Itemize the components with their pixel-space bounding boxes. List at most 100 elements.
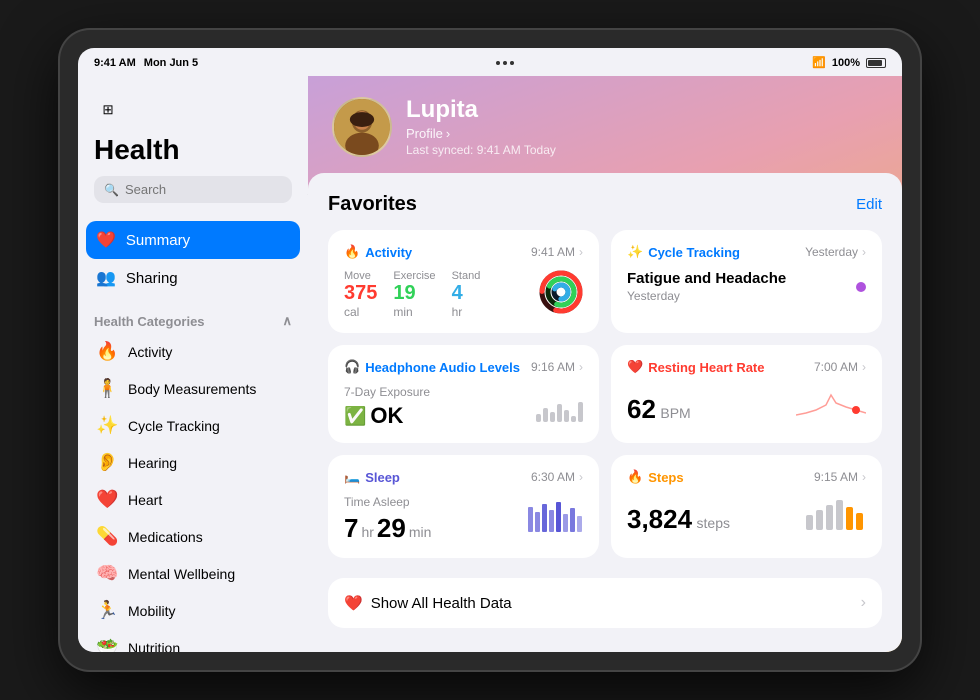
stand-unit: hr (452, 305, 481, 319)
sidebar-nav: ❤️ Summary 👥 Sharing (78, 215, 308, 303)
heart-rate-chevron: › (862, 360, 866, 374)
profile-chevron-icon: › (446, 126, 450, 141)
activity-card-time: 9:41 AM (531, 245, 575, 259)
profile-header: Lupita Profile › Last synced: 9:41 AM To… (308, 76, 902, 173)
sidebar: ⊞ Health 🔍 🎤 ❤️ Summary 👥 (78, 76, 308, 652)
cycle-icon: ✨ (96, 415, 118, 436)
sleep-card-title: 🛏️ Sleep (344, 469, 400, 485)
nutrition-icon: 🥗 (96, 637, 118, 652)
edit-button[interactable]: Edit (856, 196, 882, 213)
profile-link[interactable]: Profile › (406, 126, 556, 141)
headphone-card[interactable]: 🎧 Headphone Audio Levels 9:16 AM › (328, 345, 599, 443)
move-label: Move (344, 270, 377, 282)
categories-header: Health Categories ∧ (78, 303, 308, 333)
status-left: 9:41 AM Mon Jun 5 (94, 57, 198, 69)
category-body-label: Body Measurements (128, 381, 256, 397)
stand-metric: Stand 4 hr (452, 270, 481, 319)
category-list: 🔥 Activity 🧍 Body Measurements ✨ Cycle T… (78, 333, 308, 652)
cycle-content: Fatigue and Headache Yesterday (627, 270, 866, 303)
dot1 (496, 61, 500, 65)
steps-value: 3,824 (627, 504, 692, 534)
search-icon: 🔍 (104, 183, 119, 197)
activity-icon: 🔥 (96, 341, 118, 362)
category-cycle-label: Cycle Tracking (128, 418, 220, 434)
steps-chart (806, 495, 866, 535)
steps-values: 3,824 steps (627, 504, 730, 535)
sidebar-icons: ⊞ (94, 96, 292, 124)
ok-badge: ✅ OK (344, 403, 430, 429)
category-item-activity[interactable]: 🔥 Activity (86, 333, 300, 370)
bar3 (550, 412, 555, 422)
cycle-card-chevron: › (862, 245, 866, 259)
category-hearing-label: Hearing (128, 455, 177, 471)
mini-bars (536, 392, 583, 422)
category-item-body[interactable]: 🧍 Body Measurements (86, 370, 300, 407)
cycle-card[interactable]: ✨ Cycle Tracking Yesterday › F (611, 230, 882, 333)
favorites-header: Favorites Edit (328, 193, 882, 216)
stand-label: Stand (452, 270, 481, 282)
app-title: Health (94, 134, 292, 166)
category-item-hearing[interactable]: 👂 Hearing (86, 444, 300, 481)
steps-card-header: 🔥 Steps 9:15 AM › (627, 469, 866, 485)
category-mental-label: Mental Wellbeing (128, 566, 235, 582)
scroll-area: Favorites Edit 🔥 Activity (308, 173, 902, 652)
sidebar-item-sharing[interactable]: 👥 Sharing (86, 259, 300, 297)
category-activity-label: Activity (128, 344, 172, 360)
sidebar-toggle-button[interactable]: ⊞ (94, 96, 122, 124)
headphone-card-label: Headphone Audio Levels (365, 360, 520, 375)
category-nutrition-label: Nutrition (128, 640, 180, 653)
status-dots (496, 61, 514, 65)
search-bar: 🔍 🎤 (94, 176, 292, 203)
mobility-icon: 🏃 (96, 600, 118, 621)
ok-check-icon: ✅ (344, 406, 366, 427)
search-input[interactable] (125, 182, 301, 197)
activity-card[interactable]: 🔥 Activity 9:41 AM › Move (328, 230, 599, 333)
sleep-card-header: 🛏️ Sleep 6:30 AM › (344, 469, 583, 485)
show-all-heart-icon: ❤️ (344, 594, 363, 612)
heart-rate-unit: BPM (660, 405, 690, 421)
category-item-medications[interactable]: 💊 Medications (86, 518, 300, 555)
headphone-sublabel: 7-Day Exposure (344, 385, 430, 399)
show-all-button[interactable]: ❤️ Show All Health Data › (328, 578, 882, 628)
sleep-card-time: 6:30 AM (531, 470, 575, 484)
show-all-label: ❤️ Show All Health Data (344, 594, 512, 612)
cycle-card-icon: ✨ (627, 244, 643, 260)
activity-card-title: 🔥 Activity (344, 244, 412, 260)
wifi-icon: 📶 (812, 56, 826, 69)
category-item-mental[interactable]: 🧠 Mental Wellbeing (86, 555, 300, 592)
activity-card-label: Activity (365, 245, 412, 260)
move-metric: Move 375 cal (344, 270, 377, 319)
status-bar: 9:41 AM Mon Jun 5 📶 100% (78, 52, 902, 73)
summary-icon: ❤️ (96, 230, 116, 250)
heart-rate-chart (796, 385, 866, 425)
category-item-heart[interactable]: ❤️ Heart (86, 481, 300, 518)
category-mobility-label: Mobility (128, 603, 175, 619)
heart-rate-value: 62 (627, 394, 656, 424)
bar7 (578, 402, 583, 422)
headphone-values: 7-Day Exposure ✅ OK (344, 385, 430, 429)
category-item-cycle[interactable]: ✨ Cycle Tracking (86, 407, 300, 444)
status-time: 9:41 AM (94, 57, 136, 69)
headphone-card-header: 🎧 Headphone Audio Levels 9:16 AM › (344, 359, 583, 375)
category-item-nutrition[interactable]: 🥗 Nutrition (86, 629, 300, 652)
heart-rate-card[interactable]: ❤️ Resting Heart Rate 7:00 AM › (611, 345, 882, 443)
cycle-item-title: Fatigue and Headache (627, 270, 786, 287)
exercise-metric: Exercise 19 min (393, 270, 435, 319)
steps-card[interactable]: 🔥 Steps 9:15 AM › 3,824 (611, 455, 882, 558)
sidebar-item-sharing-label: Sharing (126, 270, 178, 287)
sidebar-item-summary-label: Summary (126, 232, 190, 249)
battery-bar (866, 58, 886, 68)
ipad-frame: 9:41 AM Mon Jun 5 📶 100% ⊞ (60, 30, 920, 670)
profile-info: Lupita Profile › Last synced: 9:41 AM To… (406, 96, 556, 157)
cycle-card-label: Cycle Tracking (648, 245, 740, 260)
exercise-value: 19 (393, 282, 435, 305)
sidebar-item-summary[interactable]: ❤️ Summary (86, 221, 300, 259)
ok-value: OK (370, 403, 403, 429)
sleep-card[interactable]: 🛏️ Sleep 6:30 AM › Time Aslee (328, 455, 599, 558)
profile-name: Lupita (406, 96, 556, 124)
category-item-mobility[interactable]: 🏃 Mobility (86, 592, 300, 629)
categories-chevron: ∧ (282, 313, 292, 329)
heart-rate-time: 7:00 AM (814, 360, 858, 374)
activity-card-header: 🔥 Activity 9:41 AM › (344, 244, 583, 260)
mental-icon: 🧠 (96, 563, 118, 584)
